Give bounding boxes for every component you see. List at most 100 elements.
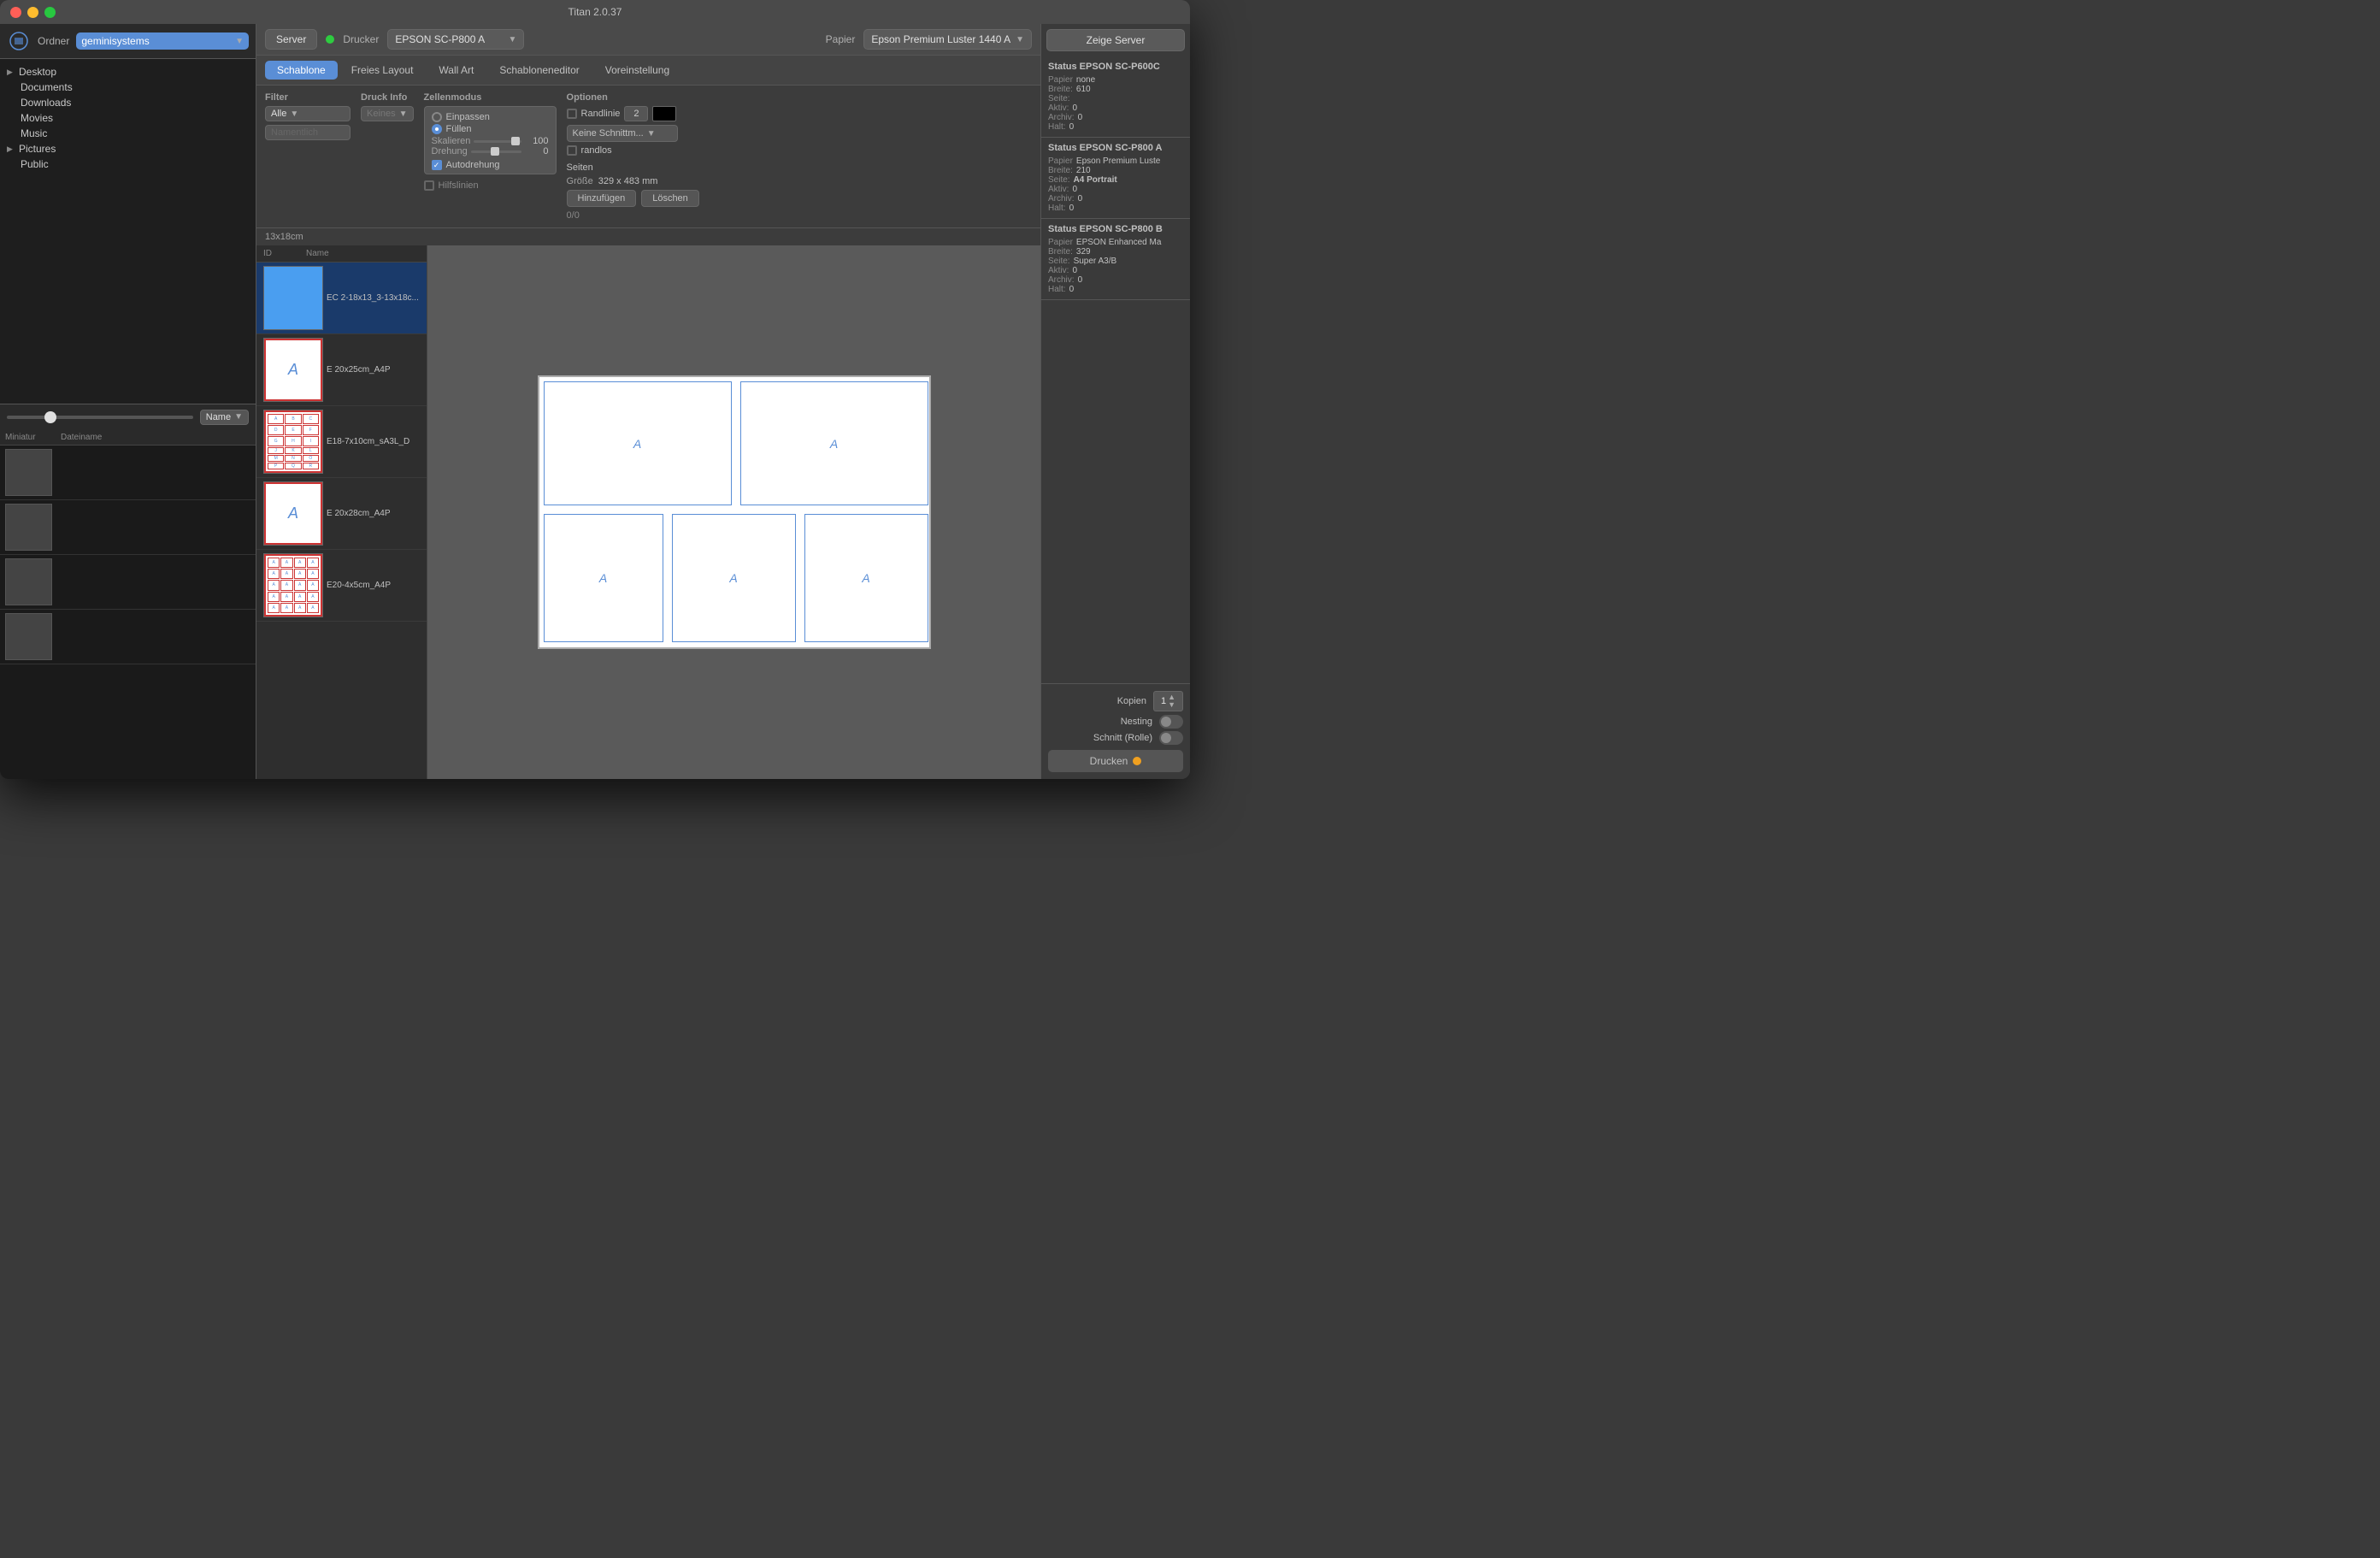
tab-schabloneneditor[interactable]: Schabloneneditor	[487, 61, 591, 80]
ps-val: 0	[1078, 113, 1083, 122]
ps-val: 0	[1072, 266, 1077, 275]
ps-key: Halt:	[1048, 204, 1066, 213]
namentlich-input[interactable]: Namentlich	[265, 125, 351, 140]
tab-schablone[interactable]: Schablone	[265, 61, 338, 80]
tree-item-public[interactable]: Public	[0, 156, 256, 172]
loschen-button[interactable]: Löschen	[641, 190, 699, 207]
close-button[interactable]	[10, 7, 21, 18]
autodrehung-row[interactable]: Autodrehung	[432, 160, 549, 170]
einpassen-option[interactable]: Einpassen	[432, 112, 549, 122]
ps-val: 610	[1076, 85, 1091, 94]
tree-item-desktop[interactable]: ▶ Desktop	[0, 64, 256, 80]
color-swatch[interactable]	[652, 106, 676, 121]
thumbnail-controls: Name ▼	[0, 404, 256, 430]
col-dateiname: Dateiname	[61, 433, 102, 442]
status-row: Papier none	[1048, 75, 1183, 85]
status-row: Archiv: 0	[1048, 275, 1183, 285]
template-item[interactable]: AAAA AAAA AAAA AAAA AAAA E20-4x5cm_A4P	[256, 550, 427, 622]
list-item[interactable]	[0, 500, 256, 555]
col-id: ID	[263, 249, 306, 258]
einpassen-label: Einpassen	[446, 112, 490, 122]
ps-key: Aktiv:	[1048, 266, 1069, 275]
drucken-label: Drucken	[1090, 755, 1128, 767]
printer-status-1: Status EPSON SC-P600C Papier none Breite…	[1041, 56, 1190, 138]
ps-key: Archiv:	[1048, 194, 1075, 204]
tab-freies-layout[interactable]: Freies Layout	[339, 61, 426, 80]
ps-val: 0	[1069, 122, 1075, 132]
tree-label: Movies	[21, 112, 53, 124]
hilfslinien-row[interactable]: Hilfslinien	[424, 180, 557, 191]
einpassen-radio[interactable]	[432, 112, 442, 122]
randlinie-value[interactable]: 2	[624, 106, 648, 121]
thumbnail-list	[0, 446, 256, 780]
autodrehung-label: Autodrehung	[446, 160, 500, 170]
filter-dropdown[interactable]: Alle ▼	[265, 106, 351, 121]
status-row: Halt: 0	[1048, 285, 1183, 294]
kopien-stepper[interactable]: 1 ▲▼	[1153, 691, 1183, 711]
seiten-buttons: Hinzufügen Löschen	[567, 190, 699, 207]
drehung-slider[interactable]	[471, 150, 521, 153]
tree-item-pictures[interactable]: ▶ Pictures	[0, 141, 256, 156]
col-miniatur: Miniatur	[5, 433, 61, 442]
status-row: Breite: 329	[1048, 247, 1183, 257]
schnitt-row: Schnitt (Rolle)	[1048, 731, 1183, 745]
tree-item-documents[interactable]: Documents	[0, 80, 256, 95]
ps-val: 329	[1076, 247, 1091, 257]
tree-item-music[interactable]: Music	[0, 126, 256, 141]
minimize-button[interactable]	[27, 7, 38, 18]
template-item[interactable]: A E 20x25cm_A4P	[256, 334, 427, 406]
template-item[interactable]: EC 2-18x13_3-13x18c...	[256, 263, 427, 334]
tree-item-movies[interactable]: Movies	[0, 110, 256, 126]
schnitt-toggle[interactable]	[1159, 731, 1183, 745]
ps-val: 0	[1069, 285, 1075, 294]
template-item[interactable]: ABC DEF GHI JKL MNO PQR E18-7x10cm_sA3L_…	[256, 406, 427, 478]
ps-val: 210	[1076, 166, 1091, 175]
template-name: E18-7x10cm_sA3L_D	[327, 437, 420, 446]
preview-cell: A	[544, 514, 663, 642]
druck-info-dropdown[interactable]: Keines ▼	[361, 106, 414, 121]
drucker-dropdown[interactable]: EPSON SC-P800 A ▼	[387, 29, 524, 50]
skalieren-slider[interactable]	[474, 140, 521, 143]
toggle-thumb	[1161, 733, 1171, 743]
list-item[interactable]	[0, 446, 256, 500]
skalieren-thumb[interactable]	[511, 137, 520, 145]
template-item[interactable]: A E 20x28cm_A4P	[256, 478, 427, 550]
tree-label: Music	[21, 127, 47, 139]
tree-item-downloads[interactable]: Downloads	[0, 95, 256, 110]
fullen-option[interactable]: Füllen	[432, 124, 549, 134]
papier-dropdown[interactable]: Epson Premium Luster 1440 A ▼	[863, 29, 1032, 50]
nesting-toggle[interactable]	[1159, 715, 1183, 729]
show-server-button[interactable]: Zeige Server	[1046, 29, 1185, 51]
hilfslinien-checkbox[interactable]	[424, 180, 434, 191]
server-button[interactable]: Server	[265, 29, 317, 50]
randlinie-checkbox[interactable]	[567, 109, 577, 119]
stepper-arrows[interactable]: ▲▼	[1168, 693, 1175, 709]
drehung-thumb[interactable]	[491, 147, 499, 156]
randlos-checkbox[interactable]	[567, 145, 577, 156]
list-item[interactable]	[0, 610, 256, 664]
tab-voreinstellung[interactable]: Voreinstellung	[593, 61, 681, 80]
autodrehung-checkbox[interactable]	[432, 160, 442, 170]
schnitt-dropdown[interactable]: Keine Schnittm... ▼	[567, 125, 678, 142]
fullen-radio[interactable]	[432, 124, 442, 134]
folder-icon	[7, 29, 31, 53]
main-window: Titan 2.0.37 Ordner geminisystems ▼	[0, 0, 1190, 779]
tree-arrow-icon: ▶	[7, 68, 15, 77]
status-row: Seite: Super A3/B	[1048, 257, 1183, 266]
status-title-1: Status EPSON SC-P600C	[1048, 62, 1183, 72]
druck-info-value: Keines	[367, 109, 396, 119]
sort-dropdown[interactable]: Name ▼	[200, 410, 249, 425]
folder-dropdown[interactable]: geminisystems ▼	[76, 32, 249, 50]
ps-val: EPSON Enhanced Ma	[1076, 238, 1162, 247]
maximize-button[interactable]	[44, 7, 56, 18]
slider-track	[7, 416, 193, 419]
list-item[interactable]	[0, 555, 256, 610]
status-row: Breite: 610	[1048, 85, 1183, 94]
randlinie-label: Randlinie	[581, 109, 621, 119]
slider-thumb[interactable]	[44, 411, 56, 423]
chevron-down-icon: ▼	[1016, 35, 1024, 44]
bottom-controls: Kopien 1 ▲▼ Nesting Schnitt (Rolle)	[1041, 683, 1190, 779]
drucken-button[interactable]: Drucken	[1048, 750, 1183, 772]
hinzufuegen-button[interactable]: Hinzufügen	[567, 190, 637, 207]
tab-wall-art[interactable]: Wall Art	[427, 61, 486, 80]
